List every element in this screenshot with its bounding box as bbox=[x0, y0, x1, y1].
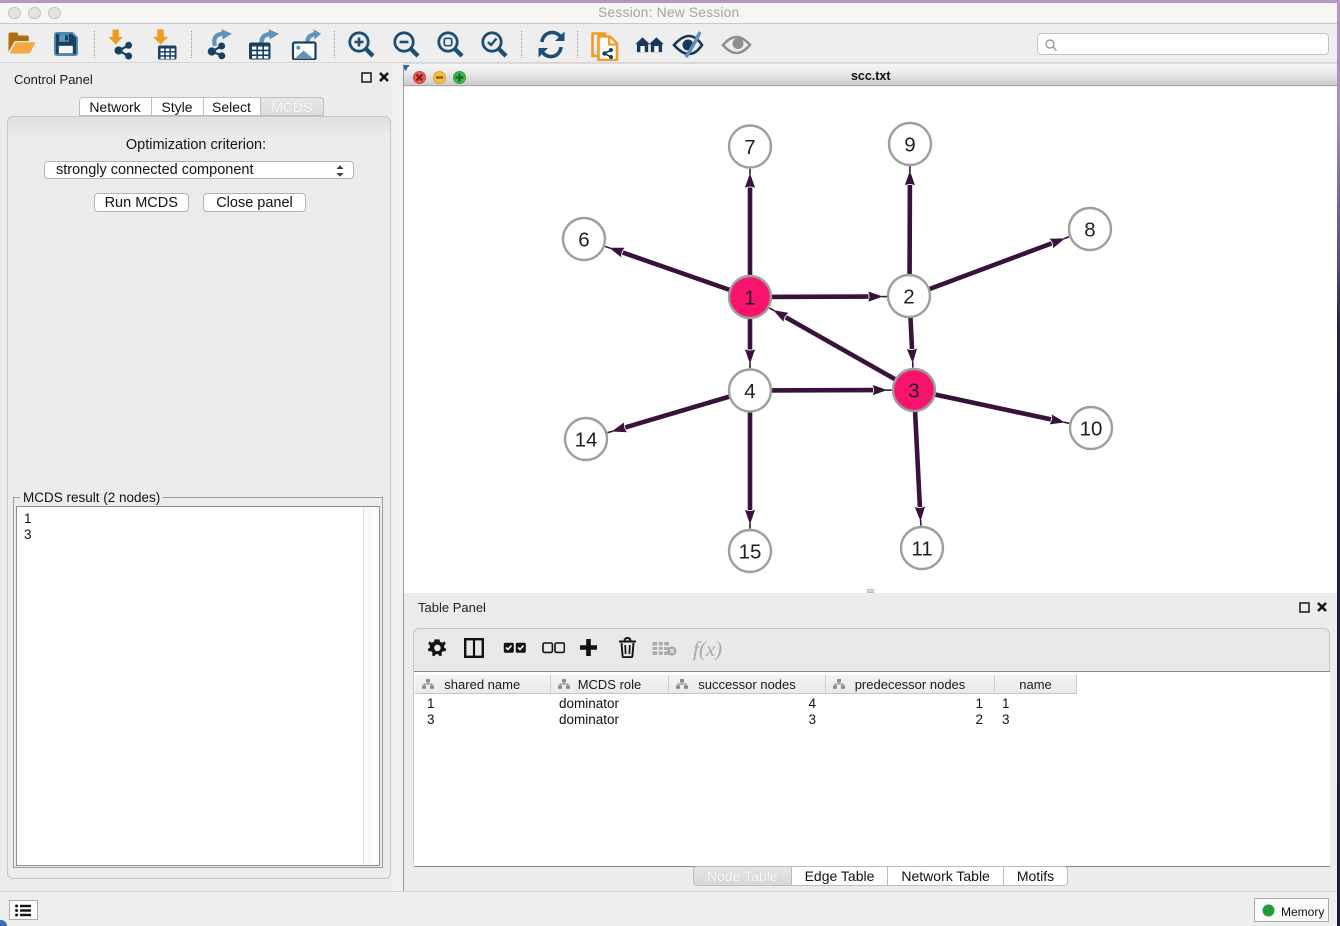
svg-text:7: 7 bbox=[744, 136, 755, 159]
svg-text:10: 10 bbox=[1080, 418, 1103, 441]
svg-text:4: 4 bbox=[744, 380, 755, 403]
svg-text:3: 3 bbox=[908, 380, 919, 403]
svg-text:15: 15 bbox=[739, 541, 762, 564]
svg-text:6: 6 bbox=[578, 229, 589, 252]
svg-text:8: 8 bbox=[1084, 219, 1095, 242]
svg-text:14: 14 bbox=[575, 429, 598, 452]
svg-text:1: 1 bbox=[744, 287, 755, 310]
svg-text:9: 9 bbox=[904, 134, 915, 157]
svg-text:2: 2 bbox=[903, 286, 914, 309]
svg-text:11: 11 bbox=[911, 538, 932, 561]
